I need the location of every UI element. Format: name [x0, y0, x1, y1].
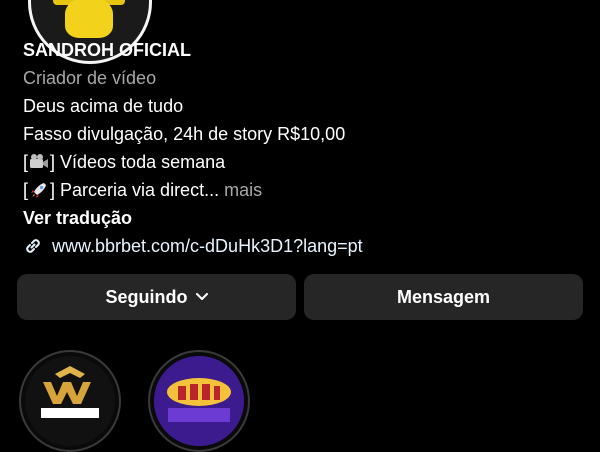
more-link[interactable]: mais [219, 180, 262, 200]
highlight-2-cover [154, 356, 244, 446]
bio-line-4-prefix: [ [23, 180, 29, 200]
profile-category: Criador de vídeo [23, 68, 157, 88]
link-icon [26, 239, 40, 253]
highlight-1-cover [25, 356, 115, 446]
highlight-1-logo-icon [41, 366, 99, 418]
bio-line-4-text: ] Parceria via direct [50, 180, 205, 200]
bio-line-3-text: ] Vídeos toda semana [50, 152, 226, 172]
message-button[interactable]: Mensagem [304, 274, 583, 320]
following-button[interactable]: Seguindo [17, 274, 296, 320]
bio-line-4: [ ] Parceria via direct... mais [23, 176, 583, 204]
bio-line-3-prefix: [ [23, 152, 29, 172]
see-translation-link[interactable]: Ver tradução [23, 204, 583, 232]
bio-ellipsis: ... [204, 180, 220, 200]
message-button-label: Mensagem [396, 286, 491, 307]
profile-bio-section: SANDROH OFICIAL Criador de vídeo Deus ac… [23, 36, 583, 260]
bio-line-2: Fasso divulgação, 24h de story R$10,00 [23, 124, 346, 144]
chevron-down-icon [195, 293, 208, 300]
bio-line-3: [ ] Vídeos toda semana [23, 148, 583, 176]
profile-website-link[interactable]: www.bbrbet.com/c-dDuHk3D1?lang=pt [23, 232, 583, 260]
rocket-icon [31, 183, 47, 198]
avatar-figure-shape [65, 0, 113, 38]
film-camera-icon [30, 154, 49, 168]
story-highlight-1[interactable] [19, 350, 121, 452]
story-highlight-2[interactable] [148, 350, 250, 452]
profile-name: SANDROH OFICIAL [23, 40, 191, 60]
following-button-label: Seguindo [105, 286, 188, 307]
highlight-2-logo-icon [154, 356, 244, 446]
bio-line-1: Deus acima de tudo [23, 96, 184, 116]
website-url[interactable]: www.bbrbet.com/c-dDuHk3D1?lang=pt [52, 232, 363, 260]
